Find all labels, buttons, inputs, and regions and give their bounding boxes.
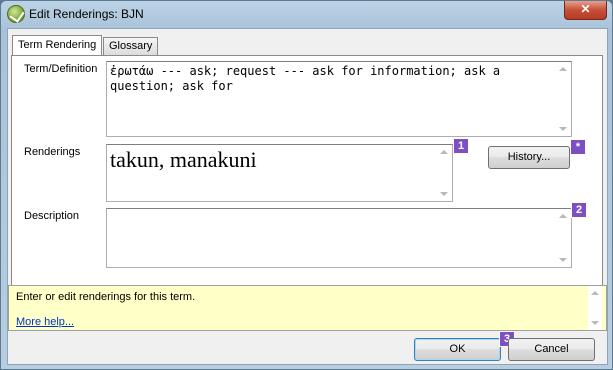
scroll-down-arrow-icon[interactable] [440, 192, 448, 196]
renderings-field[interactable]: takun, manakuni [106, 144, 453, 202]
term-rendering-panel: Term/Definition ἐρωτάω --- ask; request … [11, 55, 603, 305]
tab-term-rendering[interactable]: Term Rendering [12, 35, 103, 55]
cancel-button[interactable]: Cancel [508, 338, 595, 361]
window-title: Edit Renderings: BJN [29, 7, 144, 21]
scroll-up-arrow-icon[interactable] [591, 291, 599, 295]
dialog-body: Term Rendering Glossary Term/Definition … [7, 28, 608, 365]
app-icon [7, 5, 25, 23]
term-definition-line-2: question; ask for [110, 79, 233, 93]
renderings-label: Renderings [24, 146, 81, 158]
term-definition-line-1: ἐρωτάω --- ask; request --- ask for info… [110, 64, 501, 78]
scroll-up-arrow-icon[interactable] [559, 67, 567, 71]
scroll-up-arrow-icon[interactable] [440, 150, 448, 154]
description-label: Description [24, 210, 80, 222]
description-scrollbar[interactable] [555, 209, 571, 267]
help-panel: Enter or edit renderings for this term. … [8, 285, 607, 331]
term-definition-label: Term/Definition [24, 63, 98, 75]
term-definition-scrollbar[interactable] [555, 62, 571, 136]
description-field[interactable] [106, 208, 572, 268]
scroll-down-arrow-icon[interactable] [559, 258, 567, 262]
scroll-down-arrow-icon[interactable] [559, 127, 567, 131]
edit-renderings-window: Edit Renderings: BJN ✕ Term Rendering Gl… [0, 0, 613, 370]
history-button[interactable]: History... [488, 146, 570, 169]
callout-badge-2: 2 [571, 202, 587, 218]
help-scrollbar[interactable] [588, 286, 602, 330]
callout-badge-star: * [570, 139, 586, 155]
title-bar[interactable]: Edit Renderings: BJN ✕ [1, 1, 612, 28]
close-button[interactable]: ✕ [564, 1, 607, 20]
ok-button[interactable]: OK [414, 338, 501, 361]
help-text: Enter or edit renderings for this term. [16, 291, 196, 303]
more-help-link[interactable]: More help... [16, 316, 74, 328]
scroll-down-arrow-icon[interactable] [591, 321, 599, 325]
renderings-value: takun, manakuni [110, 147, 257, 172]
scroll-up-arrow-icon[interactable] [559, 214, 567, 218]
callout-badge-1: 1 [453, 138, 469, 154]
renderings-scrollbar[interactable] [436, 145, 452, 201]
tab-glossary[interactable]: Glossary [103, 37, 159, 55]
term-definition-field[interactable]: ἐρωτάω --- ask; request --- ask for info… [106, 61, 572, 137]
